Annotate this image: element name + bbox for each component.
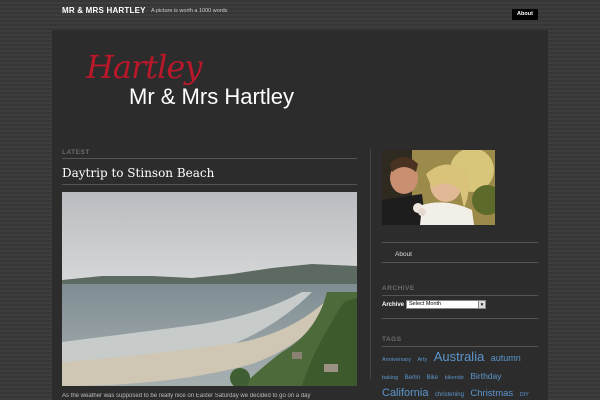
post-beach-photo[interactable]: [62, 192, 357, 386]
tag-link[interactable]: baking: [382, 375, 398, 381]
tag-link[interactable]: Australia: [434, 349, 485, 364]
tag-link[interactable]: bikeride: [445, 375, 464, 381]
tag-link[interactable]: christening: [435, 392, 464, 399]
tags-heading: TAGS: [382, 336, 402, 343]
sidebar-couple-photo[interactable]: [382, 150, 495, 225]
tag-link[interactable]: Christmas: [470, 388, 513, 399]
sidebar-about-link[interactable]: About: [395, 251, 412, 258]
divider: [62, 184, 357, 185]
tag-link[interactable]: autumn: [491, 353, 521, 364]
tag-cloud: Anniversary Arty Australia autumn baking…: [382, 348, 540, 400]
about-button[interactable]: About: [512, 9, 538, 20]
divider: [382, 262, 538, 263]
chevron-down-icon: ▼: [478, 301, 486, 308]
tag-link[interactable]: California: [382, 387, 428, 399]
top-bar: MR & MRS HARTLEY A picture is worth a 10…: [0, 0, 600, 26]
latest-heading: LATEST: [62, 149, 90, 156]
tag-link[interactable]: Birthday: [470, 371, 501, 381]
archive-heading: ARCHIVE: [382, 285, 415, 292]
divider: [382, 318, 538, 319]
post-excerpt: As the weather was supposed to be really…: [62, 393, 311, 399]
tag-link[interactable]: Bike: [426, 375, 438, 382]
logo-script-text: Hartley: [86, 48, 202, 86]
site-tagline: A picture is worth a 1000 words: [151, 8, 228, 14]
archive-row: Archive Select Month ▼: [382, 300, 487, 309]
tag-link[interactable]: Berlin: [405, 375, 420, 382]
post-title-link[interactable]: Daytrip to Stinson Beach: [62, 166, 214, 180]
divider: [62, 158, 357, 159]
site-title[interactable]: MR & MRS HARTLEY: [62, 6, 146, 15]
archive-label: Archive: [382, 301, 405, 308]
column-divider: [370, 149, 371, 379]
tag-link[interactable]: Arty: [418, 357, 428, 363]
logo-main-text: Mr & Mrs Hartley: [129, 84, 294, 109]
archive-select-value: Select Month: [409, 301, 442, 307]
tag-link[interactable]: DIY: [520, 392, 529, 398]
archive-month-select[interactable]: Select Month ▼: [406, 300, 487, 309]
divider: [382, 295, 538, 296]
divider: [382, 346, 538, 347]
content-panel: Hartley Mr & Mrs Hartley LATEST Daytrip …: [52, 30, 548, 400]
header-logo[interactable]: Hartley Mr & Mrs Hartley: [82, 48, 372, 120]
tag-link[interactable]: Anniversary: [382, 357, 411, 363]
divider: [382, 242, 538, 243]
